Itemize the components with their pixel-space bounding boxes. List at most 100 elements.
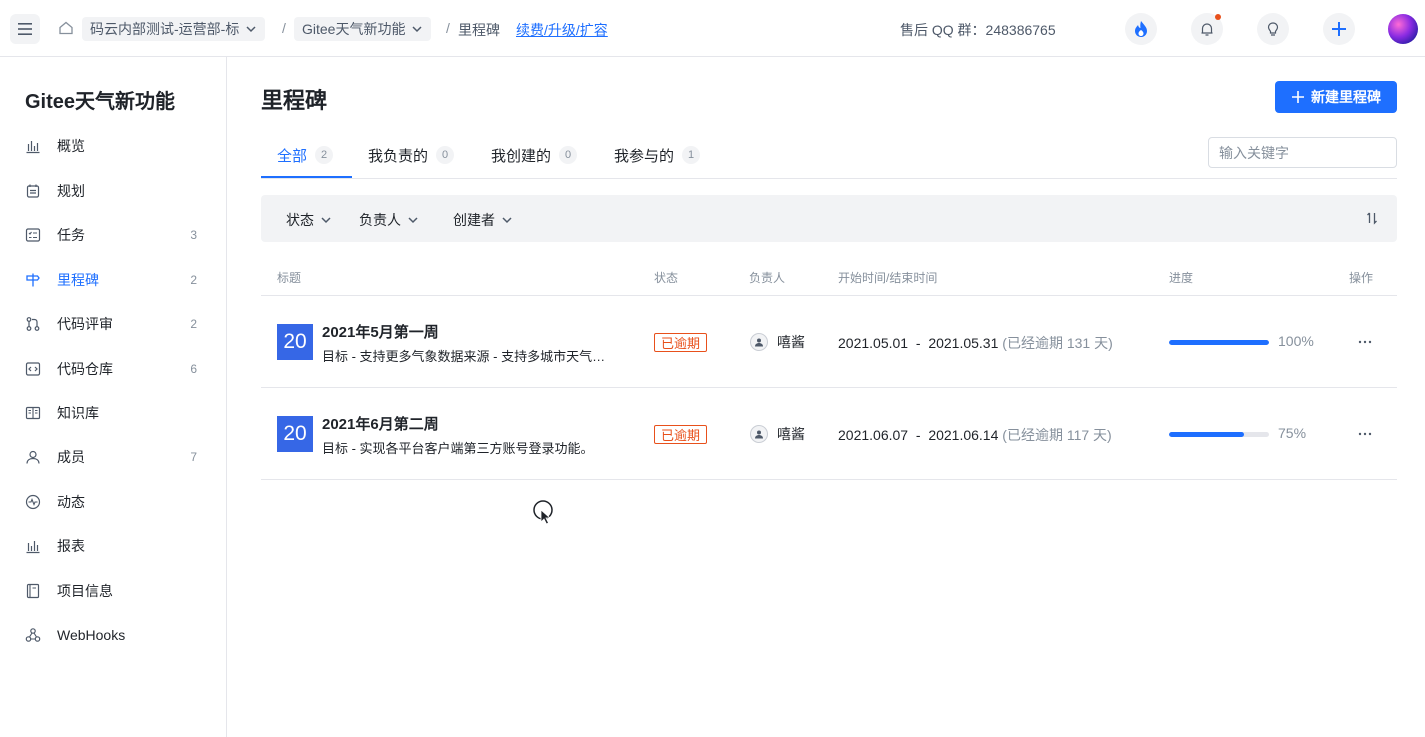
pull-request-icon	[26, 317, 40, 331]
tab-all[interactable]: 全部 2	[277, 132, 334, 178]
user-icon	[26, 450, 40, 464]
calendar-icon	[26, 184, 40, 198]
filter-status[interactable]: 状态	[286, 210, 332, 230]
tips-button[interactable]	[1257, 13, 1289, 45]
org-select[interactable]: 码云内部测试-运营部-标	[82, 17, 266, 41]
filter-label: 负责人	[359, 212, 401, 228]
menu-button[interactable]	[10, 14, 40, 44]
status-badge: 已逾期	[654, 333, 708, 352]
filter-label: 创建者	[453, 212, 495, 228]
book-icon	[25, 406, 41, 420]
breadcrumb-separator: /	[282, 20, 286, 36]
table-row[interactable]: 20 2021年6月第二周 目标 - 实现各平台客户端第三方账号登录功能。 已逾…	[261, 388, 1397, 480]
activity-icon	[25, 494, 41, 510]
sidebar-item-reports[interactable]: 报表	[0, 528, 226, 564]
sidebar-item-label: 成员	[57, 449, 85, 465]
sidebar-item-label: 代码评审	[57, 316, 113, 332]
tab-participating[interactable]: 我参与的 1	[614, 132, 701, 178]
date-badge: 20	[277, 416, 313, 452]
date-separator: -	[911, 427, 925, 443]
org-select-label: 码云内部测试-运营部-标	[90, 21, 240, 37]
bell-icon	[1201, 23, 1213, 36]
new-milestone-label: 新建里程碑	[1311, 89, 1381, 105]
avatar	[750, 425, 768, 443]
gitee-logo-button[interactable]	[1125, 13, 1157, 45]
webhook-icon	[25, 628, 41, 642]
chevron-down-icon	[246, 26, 256, 33]
tabs-divider	[261, 178, 1397, 179]
home-icon[interactable]	[58, 20, 74, 36]
assignee[interactable]: 嘻酱	[750, 332, 805, 352]
overdue-text: (已经逾期 117 天)	[1002, 427, 1112, 443]
column-header-actions: 操作	[1349, 271, 1374, 285]
filter-assignee[interactable]: 负责人	[359, 210, 419, 230]
table-row[interactable]: 20 2021年5月第一周 目标 - 支持更多气象数据来源 - 支持多城市天气查…	[261, 296, 1397, 388]
assignee[interactable]: 嘻酱	[750, 424, 805, 444]
sort-icon[interactable]	[1365, 211, 1379, 225]
sidebar-item-label: 代码仓库	[57, 361, 113, 377]
sidebar-item-webhooks[interactable]: WebHooks	[0, 617, 226, 653]
milestone-title[interactable]: 2021年5月第一周	[322, 321, 439, 342]
project-select[interactable]: Gitee天气新功能	[294, 17, 432, 41]
mouse-cursor-icon	[533, 500, 553, 525]
assignee-name: 嘻酱	[777, 426, 805, 442]
sidebar-item-label: 动态	[57, 494, 85, 510]
milestone-description: 目标 - 支持更多气象数据来源 - 支持多城市天气查询	[322, 349, 617, 364]
search-input[interactable]	[1219, 144, 1400, 161]
sidebar-item-repositories[interactable]: 代码仓库 6	[0, 351, 226, 387]
sidebar-item-members[interactable]: 成员 7	[0, 439, 226, 475]
tab-assigned-to-me[interactable]: 我负责的 0	[368, 132, 455, 178]
more-icon[interactable]	[1357, 426, 1373, 442]
sidebar-item-knowledge-base[interactable]: 知识库	[0, 395, 226, 431]
filter-creator[interactable]: 创建者	[453, 210, 513, 230]
sidebar-item-activity[interactable]: 动态	[0, 484, 226, 520]
breadcrumb-current: 里程碑	[458, 22, 500, 38]
create-button[interactable]	[1323, 13, 1355, 45]
status-badge: 已逾期	[654, 425, 708, 444]
user-avatar[interactable]	[1388, 14, 1418, 44]
chevron-down-icon	[502, 217, 512, 224]
more-icon[interactable]	[1357, 334, 1373, 350]
tab-count-badge: 0	[559, 146, 578, 164]
sidebar: Gitee天气新功能 概览 规划 任务 3 里程碑 2 代码评审 2 代码仓库 …	[0, 57, 227, 737]
upgrade-link[interactable]: 续费/升级/扩容	[516, 20, 608, 40]
sidebar-item-tasks[interactable]: 任务 3	[0, 217, 226, 253]
sidebar-item-overview[interactable]: 概览	[0, 128, 226, 164]
info-book-icon	[26, 583, 40, 599]
tab-count-badge: 0	[436, 146, 455, 164]
sidebar-item-planning[interactable]: 规划	[0, 173, 226, 209]
sidebar-item-label: 知识库	[57, 405, 99, 421]
tab-label: 全部	[277, 147, 308, 165]
page-title: 里程碑	[261, 88, 328, 113]
chevron-down-icon	[412, 26, 422, 33]
sidebar-item-count: 7	[190, 450, 197, 464]
notification-button[interactable]	[1191, 13, 1223, 45]
sidebar-item-label: 任务	[57, 227, 85, 243]
plus-icon	[1292, 91, 1304, 103]
milestone-icon	[26, 273, 40, 287]
column-header-progress: 进度	[1169, 271, 1194, 285]
bar-chart-icon	[26, 141, 40, 154]
code-icon	[25, 362, 41, 376]
assignee-name: 嘻酱	[777, 334, 805, 350]
start-date: 2021.06.07	[838, 427, 909, 443]
column-header-status: 状态	[654, 271, 679, 285]
date-separator: -	[911, 335, 925, 351]
plus-icon	[1332, 22, 1346, 36]
tab-count-badge: 1	[682, 146, 701, 164]
sidebar-item-project-info[interactable]: 项目信息	[0, 573, 226, 609]
milestone-description: 目标 - 实现各平台客户端第三方账号登录功能。	[322, 441, 594, 456]
new-milestone-button[interactable]: 新建里程碑	[1275, 81, 1397, 113]
qq-group-text: 售后 QQ 群：248386765	[900, 22, 1056, 38]
sidebar-item-milestones[interactable]: 里程碑 2	[0, 262, 226, 298]
tab-created-by-me[interactable]: 我创建的 0	[491, 132, 578, 178]
date-range: 2021.05.01 - 2021.05.31 (已经逾期 131 天)	[838, 333, 1113, 353]
sidebar-item-count: 3	[190, 228, 197, 242]
search-box[interactable]	[1208, 137, 1400, 168]
sidebar-item-code-review[interactable]: 代码评审 2	[0, 306, 226, 342]
user-icon	[755, 338, 763, 347]
column-header-assignee: 负责人	[749, 271, 786, 285]
milestone-title[interactable]: 2021年6月第二周	[322, 413, 439, 434]
chevron-down-icon	[321, 217, 331, 224]
overdue-text: (已经逾期 131 天)	[1002, 335, 1113, 351]
